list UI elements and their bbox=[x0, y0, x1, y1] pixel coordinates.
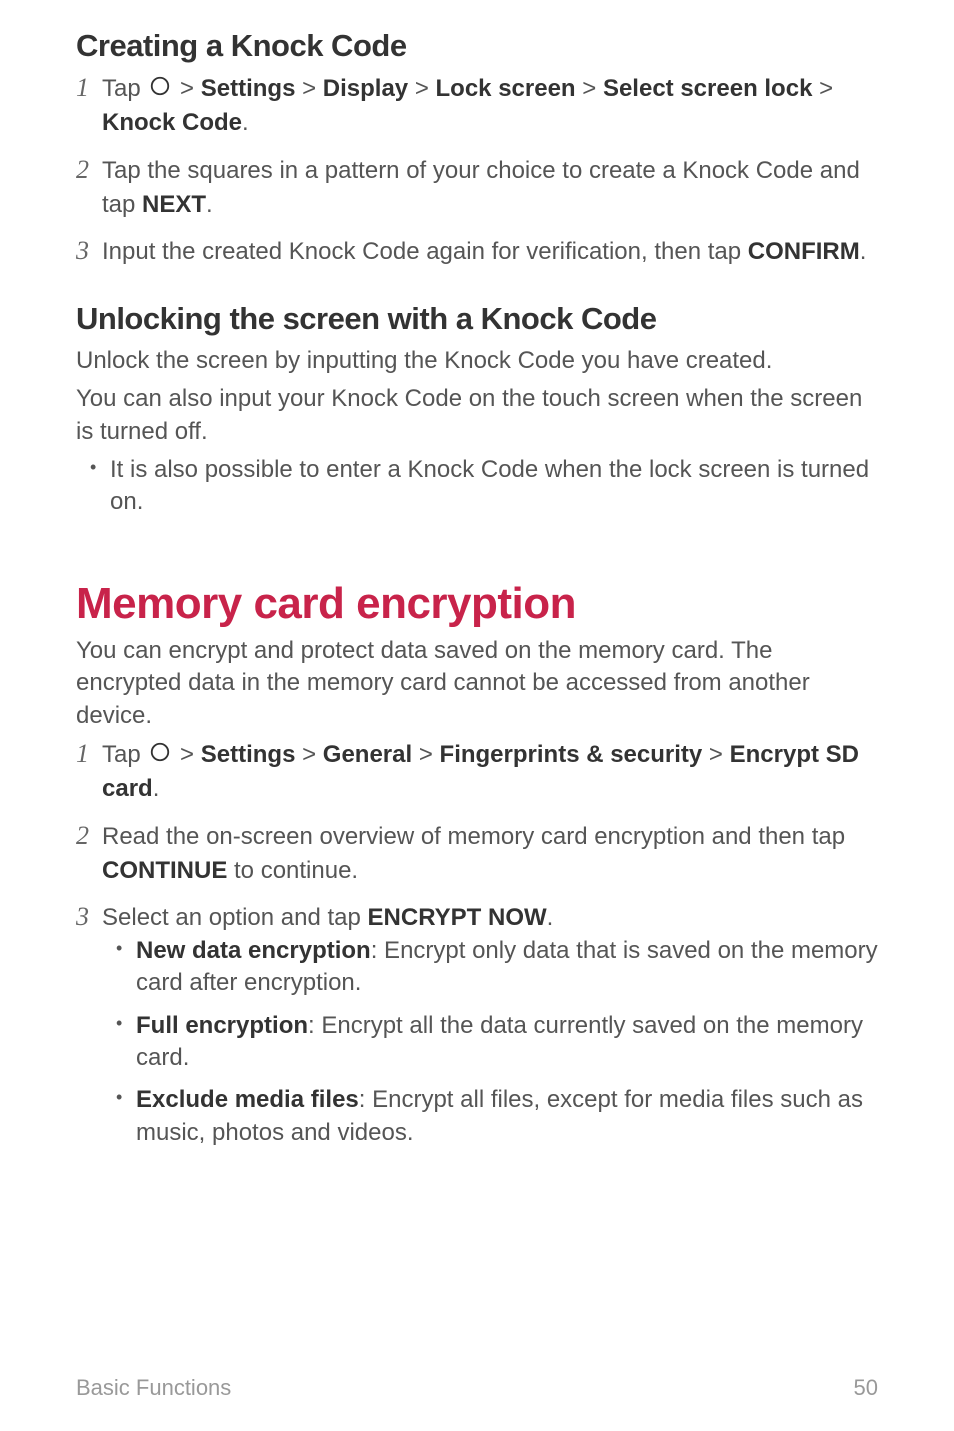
nav-settings: Settings bbox=[201, 75, 296, 102]
heading-unlocking-knock-code: Unlocking the screen with a Knock Code bbox=[76, 301, 878, 337]
nav-display: Display bbox=[323, 75, 408, 102]
steps-memory-card-encryption: 1 Tap > Settings > General > Fingerprint… bbox=[76, 738, 878, 1159]
text: . bbox=[206, 191, 213, 218]
paragraph: You can also input your Knock Code on th… bbox=[76, 383, 878, 448]
next-label: NEXT bbox=[142, 191, 206, 218]
list-item: Full encryption: Encrypt all the data cu… bbox=[112, 1010, 878, 1075]
text: Read the on-screen overview of memory ca… bbox=[102, 823, 845, 850]
text: Tap bbox=[102, 75, 147, 102]
page-number: 50 bbox=[854, 1375, 878, 1401]
step-number: 1 bbox=[76, 739, 102, 769]
breadcrumb-separator: > bbox=[702, 741, 729, 768]
page-footer: Basic Functions 50 bbox=[76, 1375, 878, 1401]
step-number: 2 bbox=[76, 821, 102, 851]
heading-memory-card-encryption: Memory card encryption bbox=[76, 579, 878, 629]
paragraph: Unlock the screen by inputting the Knock… bbox=[76, 345, 878, 377]
step-1: 1 Tap > Settings > General > Fingerprint… bbox=[76, 738, 878, 806]
breadcrumb-separator: > bbox=[812, 75, 833, 102]
text: . bbox=[153, 775, 160, 802]
step-2: 2 Tap the squares in a pattern of your c… bbox=[76, 154, 878, 221]
step-text: Read the on-screen overview of memory ca… bbox=[102, 820, 878, 887]
step-text: Tap > Settings > Display > Lock screen >… bbox=[102, 72, 878, 140]
option-label: New data encryption bbox=[136, 937, 371, 964]
breadcrumb-separator: > bbox=[295, 75, 322, 102]
step-number: 3 bbox=[76, 236, 102, 266]
breadcrumb-separator: > bbox=[576, 75, 603, 102]
step-1: 1 Tap > Settings > Display > Lock screen… bbox=[76, 72, 878, 140]
step-text: Input the created Knock Code again for v… bbox=[102, 235, 878, 269]
step-3: 3 Input the created Knock Code again for… bbox=[76, 235, 878, 269]
nav-select-screen-lock: Select screen lock bbox=[603, 75, 812, 102]
list-item: Exclude media files: Encrypt all files, … bbox=[112, 1084, 878, 1149]
step-3: 3 Select an option and tap ENCRYPT NOW. … bbox=[76, 901, 878, 1159]
sub-bullet-list: New data encryption: Encrypt only data t… bbox=[102, 935, 878, 1149]
text: Input the created Knock Code again for v… bbox=[102, 238, 748, 265]
text: . bbox=[242, 109, 249, 136]
nav-fingerprints-security: Fingerprints & security bbox=[440, 741, 703, 768]
nav-general: General bbox=[323, 741, 412, 768]
steps-creating-knock-code: 1 Tap > Settings > Display > Lock screen… bbox=[76, 72, 878, 269]
step-text: Tap the squares in a pattern of your cho… bbox=[102, 154, 878, 221]
step-number: 1 bbox=[76, 73, 102, 103]
paragraph: You can encrypt and protect data saved o… bbox=[76, 635, 878, 732]
step-number: 3 bbox=[76, 902, 102, 932]
list-item: It is also possible to enter a Knock Cod… bbox=[86, 454, 878, 519]
encrypt-now-label: ENCRYPT NOW bbox=[368, 904, 547, 931]
heading-creating-knock-code: Creating a Knock Code bbox=[76, 28, 878, 64]
breadcrumb-separator: > bbox=[408, 75, 435, 102]
text: Tap the squares in a pattern of your cho… bbox=[102, 157, 860, 218]
step-text: Tap > Settings > General > Fingerprints … bbox=[102, 738, 878, 806]
home-icon bbox=[149, 73, 171, 107]
text: Select an option and tap bbox=[102, 904, 368, 931]
list-item: New data encryption: Encrypt only data t… bbox=[112, 935, 878, 1000]
breadcrumb-separator: > bbox=[412, 741, 439, 768]
home-icon bbox=[149, 739, 171, 773]
text: to continue. bbox=[227, 857, 358, 884]
footer-section-name: Basic Functions bbox=[76, 1375, 231, 1401]
breadcrumb-separator: > bbox=[295, 741, 322, 768]
continue-label: CONTINUE bbox=[102, 857, 227, 884]
breadcrumb-separator: > bbox=[173, 75, 200, 102]
text: . bbox=[860, 238, 867, 265]
option-label: Full encryption bbox=[136, 1012, 308, 1039]
nav-lock-screen: Lock screen bbox=[436, 75, 576, 102]
text: Tap bbox=[102, 741, 147, 768]
breadcrumb-separator: > bbox=[173, 741, 200, 768]
nav-knock-code: Knock Code bbox=[102, 109, 242, 136]
option-label: Exclude media files bbox=[136, 1086, 359, 1113]
confirm-label: CONFIRM bbox=[748, 238, 860, 265]
nav-settings: Settings bbox=[201, 741, 296, 768]
step-text: Select an option and tap ENCRYPT NOW. Ne… bbox=[102, 901, 878, 1159]
step-number: 2 bbox=[76, 155, 102, 185]
text: . bbox=[547, 904, 554, 931]
step-2: 2 Read the on-screen overview of memory … bbox=[76, 820, 878, 887]
bullet-list: It is also possible to enter a Knock Cod… bbox=[76, 454, 878, 519]
